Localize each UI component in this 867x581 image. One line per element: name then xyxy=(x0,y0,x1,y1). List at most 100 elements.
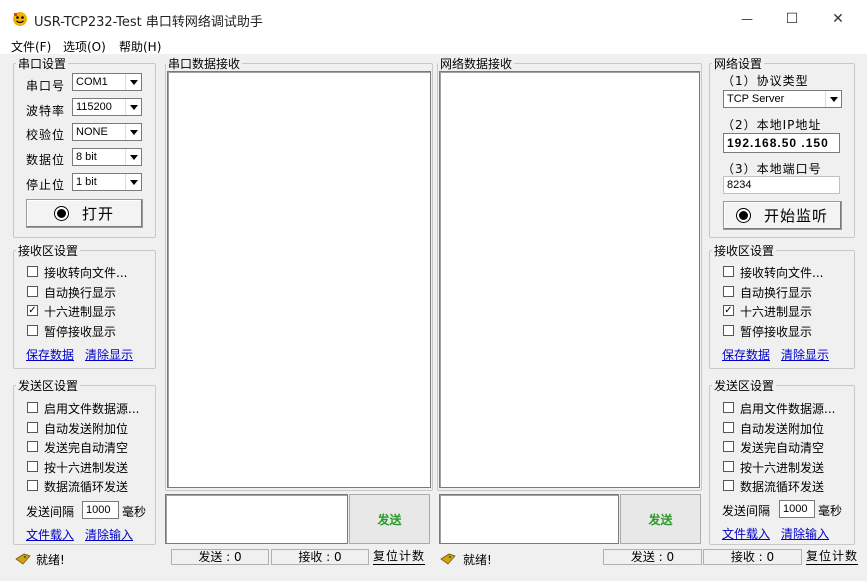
checkbox-label: 启用文件数据源... xyxy=(44,402,140,416)
checkbox[interactable] xyxy=(27,325,38,337)
checkbox[interactable] xyxy=(27,266,38,277)
local-port-label: （3）本地端口号 xyxy=(722,162,822,176)
parity-label: 校验位 xyxy=(26,128,66,142)
serial-receive-textarea[interactable] xyxy=(167,71,431,488)
checkbox-label: 接收转向文件... xyxy=(44,266,128,280)
reset-count-right-button[interactable]: 复位计数 xyxy=(806,549,859,565)
reset-count-left-button[interactable]: 复位计数 xyxy=(373,549,426,565)
app-icon xyxy=(13,12,27,26)
left-clear-input-link[interactable]: 清除输入 xyxy=(85,526,133,543)
menu-file[interactable]: 文件(F) xyxy=(11,38,51,55)
chevron-down-icon xyxy=(125,149,141,165)
stop-bits-label: 停止位 xyxy=(26,178,66,192)
close-button[interactable]: ✕ xyxy=(827,8,849,30)
left-load-file-link[interactable]: 文件载入 xyxy=(26,526,74,543)
checkbox[interactable] xyxy=(27,285,38,297)
stop-bits-value: 1 bit xyxy=(76,176,97,188)
right-save-data-link[interactable]: 保存数据 xyxy=(722,346,770,363)
serial-receive-title: 串口数据接收 xyxy=(168,57,241,71)
left-clear-display-link[interactable]: 清除显示 xyxy=(85,346,133,363)
network-send-button[interactable]: 发送 xyxy=(620,494,701,544)
status-ready-icon xyxy=(440,553,456,565)
port-label: 串口号 xyxy=(26,79,66,93)
parity-select[interactable]: NONE xyxy=(72,123,142,141)
menu-help[interactable]: 帮助(H) xyxy=(119,38,161,55)
right-clear-display-link[interactable]: 清除显示 xyxy=(781,346,829,363)
radio-icon xyxy=(736,209,750,222)
minimize-button[interactable]: — xyxy=(736,8,758,30)
protocol-label: （1）协议类型 xyxy=(722,74,809,88)
status-received-left: 接收 : 0 xyxy=(271,549,369,565)
port-select[interactable]: COM1 xyxy=(72,73,142,91)
window-title: USR-TCP232-Test 串口转网络调试助手 xyxy=(34,15,263,30)
checkbox[interactable] xyxy=(27,460,38,472)
left-receive-settings-title: 接收区设置 xyxy=(18,244,79,258)
checkbox[interactable]: ✓ xyxy=(27,305,38,317)
open-port-button[interactable]: 打开 xyxy=(26,199,143,228)
left-interval-input[interactable]: 1000 xyxy=(82,501,119,519)
checkbox-label: 暂停接收显示 xyxy=(44,325,117,340)
start-listen-label: 开始监听 xyxy=(763,207,828,225)
title-bar: USR-TCP232-Test 串口转网络调试助手 — ☐ ✕ xyxy=(0,0,867,38)
checkbox[interactable] xyxy=(723,402,734,413)
checkbox[interactable] xyxy=(723,441,734,452)
checkbox[interactable]: ✓ xyxy=(723,305,734,317)
status-ready-icon xyxy=(15,553,31,565)
minimize-icon: — xyxy=(741,12,753,26)
left-interval-label: 发送间隔 xyxy=(26,505,75,519)
data-bits-select[interactable]: 8 bit xyxy=(72,148,142,166)
checkbox-label: 按十六进制发送 xyxy=(740,460,825,475)
serial-send-input[interactable] xyxy=(165,494,348,544)
status-ready-left: 就绪! xyxy=(36,553,65,567)
network-receive-textarea[interactable] xyxy=(439,71,700,488)
checkbox-label: 发送完自动清空 xyxy=(44,441,129,455)
checkbox-label: 自动换行显示 xyxy=(740,285,813,300)
network-receive-title: 网络数据接收 xyxy=(440,57,513,71)
baud-select[interactable]: 115200 xyxy=(72,98,142,116)
close-icon: ✕ xyxy=(832,11,844,27)
local-port-input[interactable]: 8234 xyxy=(723,176,840,194)
chevron-down-icon xyxy=(825,91,841,107)
checkbox-label: 自动发送附加位 xyxy=(740,421,825,436)
stop-bits-select[interactable]: 1 bit xyxy=(72,173,142,191)
checkbox[interactable] xyxy=(723,421,734,433)
checkbox[interactable] xyxy=(723,325,734,337)
right-interval-label: 发送间隔 xyxy=(722,504,771,518)
serial-send-button[interactable]: 发送 xyxy=(349,494,430,544)
right-load-file-link[interactable]: 文件载入 xyxy=(722,525,770,542)
data-bits-value: 8 bit xyxy=(76,151,97,163)
data-bits-label: 数据位 xyxy=(26,153,66,167)
status-sent-left: 发送 : 0 xyxy=(171,549,269,565)
right-interval-input[interactable]: 1000 xyxy=(779,500,815,518)
menu-bar: 文件(F) 选项(O) 帮助(H) xyxy=(0,38,867,54)
chevron-down-icon xyxy=(125,174,141,190)
menu-options[interactable]: 选项(O) xyxy=(63,38,106,55)
radio-icon xyxy=(54,207,68,220)
maximize-button[interactable]: ☐ xyxy=(781,8,803,30)
local-ip-input[interactable]: 192.168.50 .150 xyxy=(723,133,840,153)
network-settings-title: 网络设置 xyxy=(714,57,763,71)
checkbox[interactable] xyxy=(723,460,734,472)
checkbox-label: 发送完自动清空 xyxy=(740,441,825,455)
left-interval-unit: 毫秒 xyxy=(122,505,147,519)
serial-settings-title: 串口设置 xyxy=(18,57,67,71)
checkbox[interactable] xyxy=(27,421,38,433)
checkbox[interactable] xyxy=(723,285,734,297)
left-save-data-link[interactable]: 保存数据 xyxy=(26,346,74,363)
chevron-down-icon xyxy=(125,124,141,140)
left-send-settings-title: 发送区设置 xyxy=(18,379,79,393)
checkbox-label: 暂停接收显示 xyxy=(740,325,813,340)
checkbox[interactable] xyxy=(27,402,38,413)
start-listen-button[interactable]: 开始监听 xyxy=(723,201,842,230)
right-receive-settings-title: 接收区设置 xyxy=(714,244,775,258)
checkbox[interactable] xyxy=(723,480,734,491)
baud-label: 波特率 xyxy=(26,104,66,118)
checkbox[interactable] xyxy=(723,266,734,277)
checkbox[interactable] xyxy=(27,480,38,491)
checkbox[interactable] xyxy=(27,441,38,452)
protocol-select[interactable]: TCP Server xyxy=(723,90,842,108)
check-icon: ✓ xyxy=(28,305,37,317)
right-clear-input-link[interactable]: 清除输入 xyxy=(781,525,829,542)
status-sent-right: 发送 : 0 xyxy=(603,549,702,565)
network-send-input[interactable] xyxy=(439,494,619,544)
